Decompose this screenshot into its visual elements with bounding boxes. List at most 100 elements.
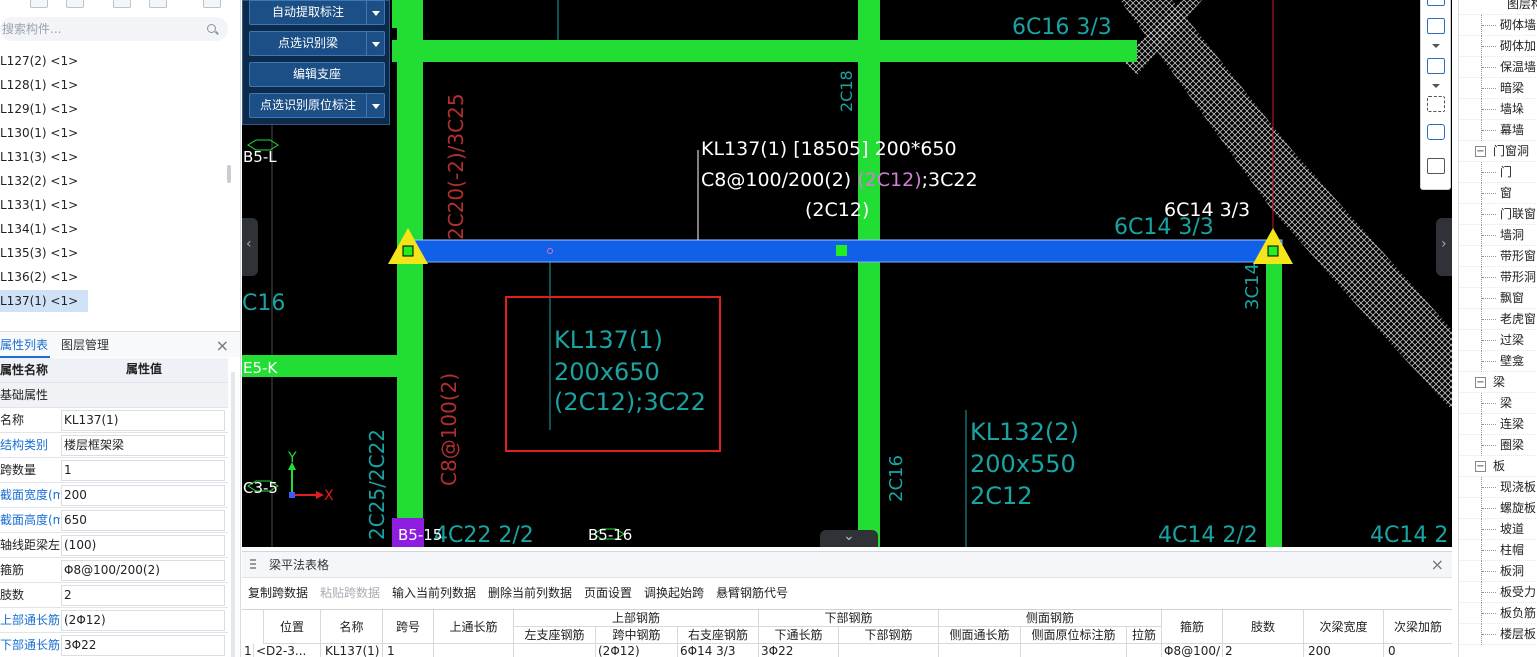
cell-top-cont[interactable] <box>434 644 514 657</box>
cell-side-cont[interactable] <box>939 644 1021 657</box>
column-header-sec-add[interactable]: 次梁加筋 <box>1384 610 1452 644</box>
layer-tree-item[interactable]: 墙洞 <box>1459 225 1537 246</box>
table-toolbar-button[interactable]: 页面设置 <box>584 582 632 604</box>
document-icon[interactable] <box>1427 158 1445 174</box>
chevron-down-icon[interactable] <box>1432 84 1440 88</box>
layer-tree-item[interactable]: 板洞 <box>1459 561 1537 582</box>
property-row[interactable]: 截面宽度(mm)200 <box>0 483 228 508</box>
layer-tree-item[interactable]: 暗梁 <box>1459 78 1537 99</box>
column-header-stirrup[interactable]: 箍筋 <box>1162 610 1223 644</box>
property-row[interactable]: 跨数量 1 <box>0 458 228 483</box>
cell-span[interactable]: 1 <box>383 644 434 657</box>
property-row[interactable]: 名称 KL137(1) <box>0 408 228 433</box>
property-value[interactable]: 1 <box>61 460 225 481</box>
drawing-canvas[interactable]: 6C16 3/3 2C18 2C20(-2)/3C25 6C14 3/3 3C1… <box>242 0 1452 547</box>
column-header-left-support[interactable]: 左支座钢筋 <box>514 627 596 644</box>
component-list-item[interactable]: L129(1) <1> <box>0 98 78 120</box>
property-row[interactable]: 轴线距梁左...(100) <box>0 533 228 558</box>
layer-tree-item[interactable]: 梁 <box>1459 393 1537 414</box>
property-value[interactable]: (2Φ12) <box>61 610 225 631</box>
layer-tree-item[interactable]: 现浇板 <box>1459 477 1537 498</box>
layer-tree-item[interactable]: 砌体加 <box>1459 36 1537 57</box>
cell-legs[interactable]: 2 <box>1223 644 1304 657</box>
layer-tree-item[interactable]: 砌体墙 <box>1459 15 1537 36</box>
cell-sec-add[interactable]: 0 <box>1384 644 1452 657</box>
layer-tree-item[interactable]: 板受力 <box>1459 582 1537 603</box>
layer-tree-item[interactable]: 图层构 <box>1459 0 1537 15</box>
collapse-icon[interactable]: − <box>1475 377 1486 388</box>
column-header-name[interactable]: 名称 <box>321 610 383 644</box>
layer-tree-item[interactable]: 连梁 <box>1459 414 1537 435</box>
layer-tree-item[interactable]: 门联窗 <box>1459 204 1537 225</box>
collapse-right-handle[interactable] <box>1436 218 1452 276</box>
column-header-sec-width[interactable]: 次梁宽度 <box>1304 610 1384 644</box>
cube-solid-icon[interactable] <box>1427 58 1445 74</box>
layer-tree-item[interactable]: 板负筋 <box>1459 603 1537 624</box>
collapse-bottom-handle[interactable] <box>820 528 878 547</box>
table-toolbar-button[interactable]: 删除当前列数据 <box>488 582 572 604</box>
cell-bottom-rebar[interactable] <box>839 644 939 657</box>
property-value[interactable]: 200 <box>61 485 225 506</box>
search-icon[interactable] <box>207 24 216 33</box>
property-value[interactable]: KL137(1) <box>61 410 225 431</box>
property-value[interactable]: 650 <box>61 510 225 531</box>
dropdown-arrow-icon[interactable] <box>366 94 384 117</box>
cad-drawing[interactable]: 6C16 3/3 2C18 2C20(-2)/3C25 6C14 3/3 3C1… <box>242 0 1452 547</box>
property-value[interactable]: (100) <box>61 535 225 556</box>
property-value[interactable]: 3Φ22 <box>61 635 225 656</box>
component-list-item[interactable]: L136(2) <1> <box>0 266 78 288</box>
layer-tree-item[interactable]: 老虎窗 <box>1459 309 1537 330</box>
column-header-side-cont[interactable]: 侧面通长筋 <box>939 627 1021 644</box>
layer-tree-item[interactable]: 保温墙 <box>1459 57 1537 78</box>
drag-handle-icon[interactable] <box>250 559 256 571</box>
component-list-item[interactable]: L131(3) <1> <box>0 146 78 168</box>
column-header-legs[interactable]: 肢数 <box>1223 610 1304 644</box>
component-view-icon[interactable] <box>1427 124 1445 140</box>
table-toolbar-button[interactable]: 调换起始跨 <box>644 582 704 604</box>
layer-tree-item[interactable]: 带形窗 <box>1459 246 1537 267</box>
cell-stirrup[interactable]: Φ8@100/ <box>1162 644 1223 657</box>
table-toolbar-button[interactable]: 悬臂钢筋代号 <box>716 582 788 604</box>
layer-tree-item[interactable]: 坡道 <box>1459 519 1537 540</box>
layer-tree-item[interactable]: 圈梁 <box>1459 435 1537 456</box>
layer-tree-item[interactable]: 飘窗 <box>1459 288 1537 309</box>
property-value[interactable]: Φ8@100/200(2) <box>61 560 225 581</box>
property-row[interactable]: 上部通长筋 (2Φ12) <box>0 608 228 633</box>
search-input[interactable] <box>0 17 200 41</box>
layer-tree-item[interactable]: 过梁 <box>1459 330 1537 351</box>
collapse-icon[interactable]: − <box>1475 461 1486 472</box>
cell-side-orig[interactable] <box>1021 644 1127 657</box>
component-list-item[interactable]: L128(1) <1> <box>0 74 78 96</box>
column-header-span[interactable]: 跨号 <box>383 610 434 644</box>
table-toolbar-button[interactable]: 输入当前列数据 <box>392 582 476 604</box>
layer-tree-item[interactable]: 墙垛 <box>1459 99 1537 120</box>
column-header-side-orig[interactable]: 侧面原位标注筋 <box>1021 627 1127 644</box>
component-list-item[interactable]: L133(1) <1> <box>0 194 78 216</box>
property-row[interactable]: 截面高度(mm)650 <box>0 508 228 533</box>
column-header-mid-span[interactable]: 跨中钢筋 <box>596 627 678 644</box>
layer-tree-item[interactable]: − 梁 <box>1459 372 1537 393</box>
layer-tree-item[interactable]: 带形洞 <box>1459 267 1537 288</box>
close-icon[interactable]: × <box>1431 555 1444 574</box>
select-area-icon[interactable] <box>1427 96 1445 112</box>
property-group-row[interactable]: 基础属性 <box>0 383 228 408</box>
layer-tree-item[interactable]: 窗 <box>1459 183 1537 204</box>
component-list-item[interactable]: L130(1) <1> <box>0 122 78 144</box>
cell-pos[interactable]: <D2-3... <box>254 644 321 657</box>
column-header-right-support[interactable]: 右支座钢筋 <box>678 627 759 644</box>
layer-tree-item[interactable]: 柱帽 <box>1459 540 1537 561</box>
chevron-down-icon[interactable] <box>1432 44 1440 48</box>
layer-tree-item[interactable]: 楼层板 <box>1459 624 1537 645</box>
tool-button[interactable]: 点选识别原位标注 <box>249 93 385 118</box>
column-header-top-cont[interactable]: 上通长筋 <box>434 610 514 644</box>
cube-icon[interactable] <box>1427 18 1445 34</box>
property-value[interactable]: 2 <box>61 585 225 606</box>
layer-tree-item[interactable]: 螺旋板 <box>1459 498 1537 519</box>
layer-icon[interactable] <box>149 0 167 8</box>
column-header-bottom-rebar[interactable]: 下部钢筋 <box>839 627 939 644</box>
tool-button[interactable]: 点选识别梁 <box>249 31 385 56</box>
list-scrollbar[interactable] <box>227 165 231 183</box>
component-list-item[interactable]: L134(1) <1> <box>0 218 78 240</box>
new-icon[interactable] <box>30 0 48 8</box>
layer-tree-item[interactable]: − 门窗洞 <box>1459 141 1537 162</box>
